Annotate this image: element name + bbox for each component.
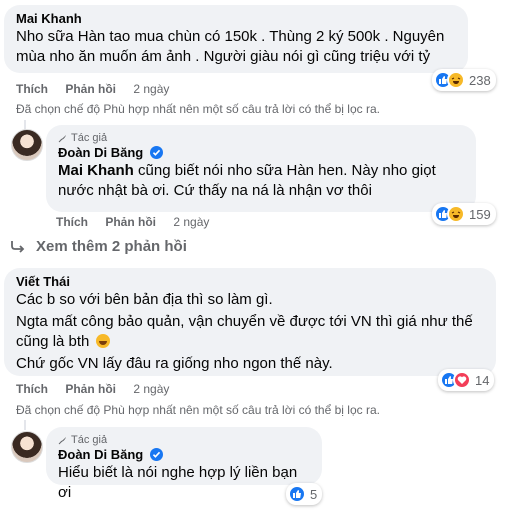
reply-arrow-icon [11,240,25,253]
verified-icon [149,146,163,159]
reply-bubble: Tác giả Đoàn Di Băng Mai Khanh cũng biết… [46,125,476,212]
like-button[interactable]: Thích [16,382,48,396]
comment-actions: Thích Phản hồi 2 ngày [16,382,183,396]
avatar[interactable] [11,431,43,463]
reaction-summary[interactable]: 159 [432,203,496,225]
comment-line: Các b so với bên bản địa thì so làm gì. [16,291,273,308]
reaction-summary[interactable]: 238 [432,69,496,91]
comment-actions: Thích Phản hồi 2 ngày [16,82,183,96]
reply-actions: Thích Phản hồi 2 ngày [56,215,223,229]
author-badge-icon [58,135,66,143]
avatar[interactable] [11,129,43,161]
comment-author[interactable]: Viết Thái [16,274,484,290]
comment-line-text: Ngta mất công bảo quản, vận chuyển về đư… [16,313,473,350]
reply-button[interactable]: Phản hồi [65,82,116,96]
reaction-summary[interactable]: 5 [286,483,323,505]
verified-icon [149,448,163,461]
reply-button[interactable]: Phản hồi [105,215,156,229]
reply-text: Hiểu biết là nói nghe hợp lý liền bạn ơi [58,464,298,501]
author-badge: Tác giả [58,131,464,145]
comment-line: Chứ gốc VN lấy đâu ra giống nho ngon thế… [16,355,333,372]
reply-bubble: Tác giả Đoàn Di Băng Hiểu biết là nói ng… [46,427,322,501]
comment-bubble: Viết Thái Các b so với bên bản địa thì s… [4,268,496,376]
view-more-replies-link[interactable]: Xem thêm 2 phản hồi [10,238,187,255]
thread-line [24,420,26,430]
view-more-replies-label: Xem thêm 2 phản hồi [36,238,187,255]
author-badge-label: Tác giả [71,434,108,446]
haha-reaction-icon [447,205,465,223]
author-badge-label: Tác giả [71,132,108,144]
reply-author: Đoàn Di Băng [58,447,310,463]
mention-link[interactable]: Mai Khanh [58,162,134,179]
comment-line: Ngta mất công bảo quản, vận chuyển về đư… [16,312,484,352]
love-reaction-icon [453,371,471,389]
reply-author-name[interactable]: Đoàn Di Băng [58,447,143,462]
comment-author[interactable]: Mai Khanh [16,11,456,27]
filter-note: Đã chọn chế độ Phù hợp nhất nên một số c… [16,102,380,116]
filter-note: Đã chọn chế độ Phù hợp nhất nên một số c… [16,403,380,417]
comment-timestamp[interactable]: 2 ngày [133,82,169,96]
reaction-count: 5 [310,486,318,502]
like-button[interactable]: Thích [16,82,48,96]
like-reaction-icon [288,485,306,503]
reaction-count: 14 [475,372,490,388]
like-button[interactable]: Thích [56,215,88,229]
comment-text: Nho sữa Hàn tao mua chùn có 150k . Thùng… [16,28,445,65]
reaction-summary[interactable]: 14 [438,369,495,391]
reply-author: Đoàn Di Băng [58,145,464,161]
comment-timestamp[interactable]: 2 ngày [133,382,169,396]
author-badge-icon [58,437,66,445]
reply-timestamp[interactable]: 2 ngày [173,215,209,229]
laughing-emoji-icon [95,334,110,348]
reply-author-name[interactable]: Đoàn Di Băng [58,145,143,160]
reply-button[interactable]: Phản hồi [65,382,116,396]
author-badge: Tác giả [58,433,310,447]
reply-text: Mai Khanh cũng biết nói nho sữa Hàn hen.… [58,161,464,201]
reaction-count: 159 [469,206,491,222]
comment-bubble: Mai Khanh Nho sữa Hàn tao mua chùn có 15… [4,5,468,73]
haha-reaction-icon [447,71,465,89]
reaction-count: 238 [469,72,491,88]
